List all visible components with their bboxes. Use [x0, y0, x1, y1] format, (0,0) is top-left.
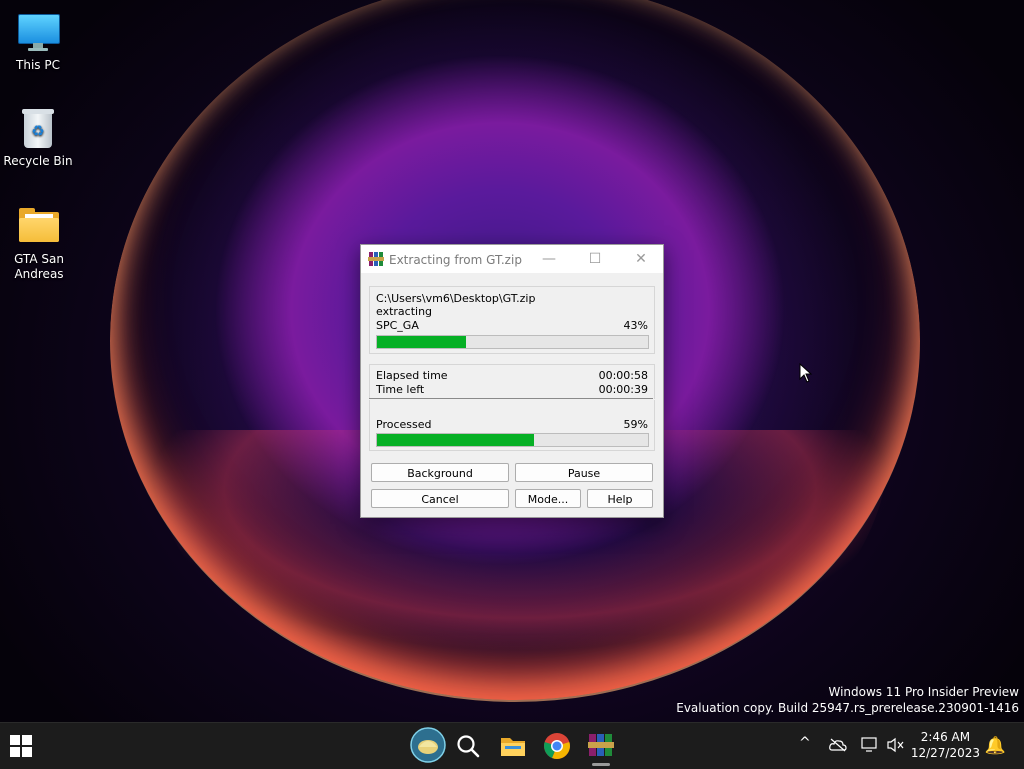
operation-label: extracting — [376, 305, 433, 318]
timeleft-row: Time left 00:00:39 — [376, 383, 648, 396]
clock-date: 12/27/2023 — [910, 746, 980, 760]
elapsed-label: Elapsed time — [376, 369, 448, 382]
notification-bell-icon[interactable]: 🔔 — [985, 736, 1006, 756]
current-file-name: SPC_GA — [376, 319, 419, 332]
winrar-icon — [368, 252, 384, 266]
file-progress-group: C:\Users\vm6\Desktop\GT.zip extracting S… — [369, 286, 655, 354]
extraction-dialog: Extracting from GT.zip — ☐ ✕ C:\Users\vm… — [360, 244, 664, 518]
monitor-icon — [16, 10, 60, 54]
chrome-icon[interactable] — [543, 732, 571, 760]
active-app-indicator — [592, 763, 610, 766]
elapsed-value: 00:00:58 — [598, 369, 648, 382]
desktop-icon-label: Recycle Bin — [3, 154, 73, 168]
elapsed-row: Elapsed time 00:00:58 — [376, 369, 648, 382]
desktop-icon-recycle-bin[interactable]: ♻ Recycle Bin — [0, 106, 76, 169]
close-button[interactable]: ✕ — [619, 245, 663, 273]
dialog-title: Extracting from GT.zip — [389, 253, 522, 267]
processed-progress-bar — [376, 433, 649, 447]
divider — [369, 398, 653, 399]
background-button[interactable]: Background — [371, 463, 509, 482]
system-clock[interactable]: 2:46 AM 12/27/2023 — [911, 729, 980, 761]
current-file-row: SPC_GA 43% — [376, 319, 648, 332]
pause-button[interactable]: Pause — [515, 463, 653, 482]
file-progress-fill — [377, 336, 467, 348]
desktop-icon-gta-folder[interactable]: GTA San Andreas — [0, 204, 78, 282]
help-button[interactable]: Help — [587, 489, 653, 508]
winrar-icon[interactable] — [587, 731, 615, 759]
processed-row: Processed 59% — [376, 418, 648, 431]
watermark-edition: Windows 11 Pro Insider Preview — [828, 685, 1019, 699]
chevron-up-icon[interactable]: ^ — [799, 735, 811, 751]
dialog-titlebar[interactable]: Extracting from GT.zip — ☐ ✕ — [361, 245, 663, 273]
timeleft-value: 00:00:39 — [598, 383, 648, 396]
network-icon[interactable] — [861, 737, 879, 753]
search-icon[interactable] — [455, 733, 481, 759]
processed-progress-fill — [377, 434, 535, 446]
desktop-icon-label: GTA San Andreas — [14, 252, 64, 281]
file-explorer-icon[interactable] — [499, 733, 527, 759]
maximize-button[interactable]: ☐ — [573, 245, 617, 273]
widgets-icon[interactable] — [410, 727, 446, 763]
file-progress-bar — [376, 335, 649, 349]
mouse-cursor-icon — [799, 363, 813, 383]
file-percent: 43% — [623, 319, 648, 332]
watermark-build: Evaluation copy. Build 25947.rs_prerelea… — [676, 701, 1019, 715]
mode-button[interactable]: Mode... — [515, 489, 581, 508]
folder-icon — [17, 204, 61, 248]
recycle-bin-icon: ♻ — [16, 106, 60, 150]
cancel-button[interactable]: Cancel — [371, 489, 509, 508]
processed-group: Processed 59% — [369, 400, 655, 451]
start-icon[interactable] — [10, 735, 32, 757]
desktop-icon-this-pc[interactable]: This PC — [0, 10, 76, 73]
taskbar: ^ 2:46 AM 12/27/2023 🔔 — [0, 722, 1024, 769]
processed-percent: 59% — [623, 418, 648, 431]
desktop-icon-label: This PC — [16, 58, 60, 72]
archive-path: C:\Users\vm6\Desktop\GT.zip — [376, 292, 536, 305]
onedrive-offline-icon[interactable] — [829, 738, 847, 752]
time-group: Elapsed time 00:00:58 Time left 00:00:39 — [369, 364, 655, 399]
minimize-button[interactable]: — — [527, 245, 571, 273]
clock-time: 2:46 AM — [920, 730, 971, 744]
volume-muted-icon[interactable] — [887, 737, 905, 753]
processed-label: Processed — [376, 418, 432, 431]
timeleft-label: Time left — [376, 383, 425, 396]
